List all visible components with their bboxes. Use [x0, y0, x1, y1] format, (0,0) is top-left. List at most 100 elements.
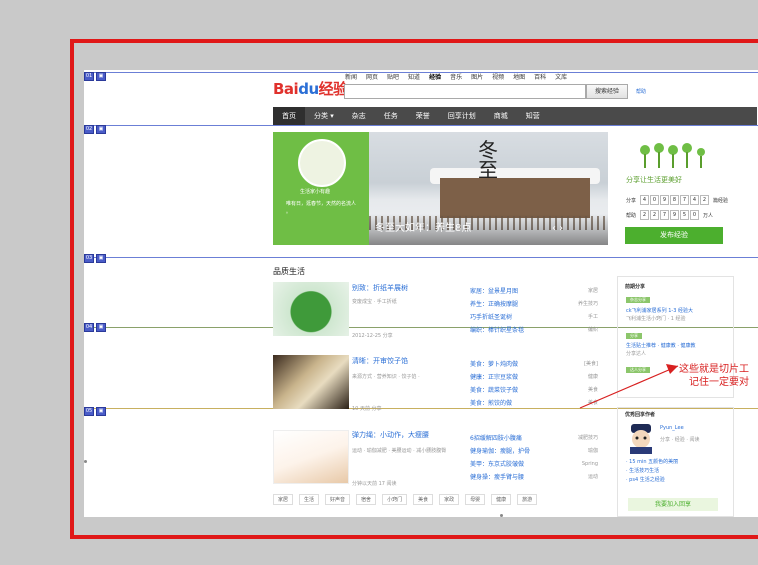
annotation-text: 这些就是切片工 记住一定要对 [679, 363, 749, 389]
main-nav-item[interactable]: 杂志 [343, 107, 375, 125]
list-item-category: 减肥技巧 [577, 435, 598, 441]
tag-item[interactable]: 宿舍 [356, 494, 377, 505]
side-tag: 杂志分享 [626, 297, 650, 303]
tag-item[interactable]: 美食 [413, 494, 434, 505]
tag-item[interactable]: 母婴 [465, 494, 486, 505]
side-item-meta: 分享达人 [626, 351, 647, 357]
trees-icon [640, 143, 705, 168]
main-nav-item[interactable]: 首页 [273, 107, 305, 125]
stat-digit: 0 [690, 210, 700, 220]
article-thumbnail[interactable] [273, 430, 349, 484]
main-nav-item[interactable]: 知营 [517, 107, 549, 125]
top-nav-item[interactable]: 网页 [366, 72, 378, 81]
stat-row-helped: 帮助 2 2 7 9 5 0 万人 [626, 210, 713, 220]
list-item-title: 养生：正确按摩腿 [470, 301, 519, 308]
article-title[interactable]: 弹力绳：小动作，大瘦腰 [352, 430, 429, 440]
top-nav-item[interactable]: 经验 [429, 72, 441, 81]
team-item[interactable]: · 15 min 五颜色的美丽 [626, 458, 678, 467]
team-items: · 15 min 五颜色的美丽 · 生活技巧生活 · ps4 生活之经验 [626, 458, 678, 485]
edge-handle[interactable] [84, 460, 87, 463]
slice-tag[interactable]: 02 ▣ [84, 125, 106, 134]
banner-arrows-icon[interactable]: ‹ › [552, 223, 563, 234]
list-item-title: 美食：萝卜炖肉做 [470, 361, 519, 368]
list-item[interactable]: 巧手折纸圣诞树 手工 [470, 311, 598, 324]
annotation-line: 这些就是切片工 [679, 364, 749, 375]
top-nav-item[interactable]: 知道 [408, 72, 420, 81]
list-item-title: 美食：煎饺的做 [470, 400, 513, 407]
stat-suffix: 篇经验 [713, 197, 729, 204]
team-item[interactable]: · ps4 生活之经验 [626, 476, 678, 485]
team-item[interactable]: · 生活技巧生活 [626, 467, 678, 476]
main-nav-item[interactable]: 荣誉 [407, 107, 439, 125]
side-item[interactable]: ck飞利浦家居系列 1-3 经验大 [626, 307, 693, 314]
logo-text: du [298, 80, 319, 98]
list-item[interactable]: 美甲：东京式胶皱做 Spring [470, 458, 598, 471]
edge-handle[interactable] [500, 514, 503, 517]
tag-item[interactable]: 健康 [491, 494, 512, 505]
publish-experience-button[interactable]: 发布经验 [625, 227, 723, 244]
featured-user-name[interactable]: 生活家小有趣 [300, 188, 330, 195]
main-nav-item[interactable]: 分类 ▾ [305, 107, 343, 125]
stat-digit: 2 [640, 210, 650, 220]
banner-calligraphy: 冬至 [478, 138, 498, 182]
list-item-title: 编织：棒针织星条毯 [470, 327, 525, 334]
article-title[interactable]: 清晰：开审饺子馅 [352, 356, 408, 366]
side-item-meta: 飞利浦生活小窍门 · 1 经验 [626, 316, 686, 322]
top-nav-item[interactable]: 图片 [471, 72, 483, 81]
top-nav-item[interactable]: 地图 [513, 72, 525, 81]
stat-label: 分享 [626, 197, 637, 204]
article-meta: 变废成宝 · 手工折纸 [352, 299, 397, 305]
slice-tag[interactable]: 05 ▣ [84, 407, 106, 416]
tag-item[interactable]: 小窍门 [382, 494, 408, 505]
list-item[interactable]: 健身操：瘦手臂与腰 运动 [470, 471, 598, 484]
top-nav-item[interactable]: 百科 [534, 72, 546, 81]
annotation-line: 记住一定要对 [689, 377, 749, 388]
article-title[interactable]: 别致：折纸羊展树 [352, 283, 408, 293]
list-item-title: 家居：盆景星月图 [470, 288, 519, 295]
baidu-jingyan-logo[interactable]: Baidu经验 [273, 78, 348, 99]
tag-item[interactable]: 家政 [439, 494, 460, 505]
slice-tag[interactable]: 04 ▣ [84, 323, 106, 332]
article-thumbnail[interactable] [273, 282, 349, 336]
tag-item[interactable]: 好声音 [325, 494, 351, 505]
list-item[interactable]: 健身瑜伽：瘦腿，护骨 瑜伽 [470, 445, 598, 458]
main-nav-item[interactable]: 商城 [485, 107, 517, 125]
list-item[interactable]: 家居：盆景星月图 家居 [470, 285, 598, 298]
article-meta: 来源方式 · 营养知识 · 饺子馅 · [352, 374, 420, 380]
list-item[interactable]: 养生：正确按摩腿 养生技巧 [470, 298, 598, 311]
tag-item[interactable]: 生活 [299, 494, 320, 505]
main-nav-item[interactable]: 任务 [375, 107, 407, 125]
slice-tag[interactable]: 01 ▣ [84, 72, 106, 81]
section-title: 品质生活 [273, 267, 305, 276]
list-item-title: 健身瑜伽：瘦腿，护骨 [470, 448, 531, 455]
top-nav-item[interactable]: 视频 [492, 72, 504, 81]
article-thumbnail[interactable] [273, 355, 349, 409]
slice-tag[interactable]: 03 ▣ [84, 254, 106, 263]
stat-digit: 2 [700, 195, 710, 205]
avatar[interactable] [298, 139, 346, 187]
search-button[interactable]: 搜索经验 [586, 84, 628, 99]
search-input[interactable] [344, 84, 586, 99]
list-item[interactable]: 编织：棒针织星条毯 编织 [470, 324, 598, 337]
list-item[interactable]: 6招缓解四肢小腹痛 减肥技巧 [470, 432, 598, 445]
side-item[interactable]: 生活贴士推荐 · 健康教 · 健康教 [626, 342, 696, 349]
top-nav-item[interactable]: 贴吧 [387, 72, 399, 81]
logo-text: Bai [273, 80, 299, 98]
tag-item[interactable]: 家居 [273, 494, 294, 505]
join-button[interactable]: 我要加入回享 [628, 498, 718, 511]
tag-item[interactable]: 旅游 [517, 494, 538, 505]
top-nav-item[interactable]: 新闻 [345, 72, 357, 81]
police-avatar-icon[interactable] [626, 422, 656, 454]
banner-title[interactable]: 冬至大如年：养生8点 [375, 219, 471, 234]
article-meta: 运动 · 瑜伽减肥 · 美腰运动 · 减小腰肢腹臀 [352, 448, 447, 454]
top-nav-item[interactable]: 音乐 [450, 72, 462, 81]
stat-row-shared: 分享 4 0 9 8 7 4 2 篇经验 [626, 195, 728, 205]
slogan: 分享让生活更美好 [626, 176, 682, 184]
top-nav-item[interactable]: 文库 [555, 72, 567, 81]
team-title: 优秀回享作者 [625, 412, 656, 418]
author-name[interactable]: Pyun_Lee [660, 425, 684, 431]
main-nav-item[interactable]: 回享计划 [439, 107, 485, 125]
help-link[interactable]: 帮助 [636, 88, 646, 95]
list-item-category: 家居 [587, 288, 598, 294]
list-item-title: 巧手折纸圣诞树 [470, 314, 513, 321]
